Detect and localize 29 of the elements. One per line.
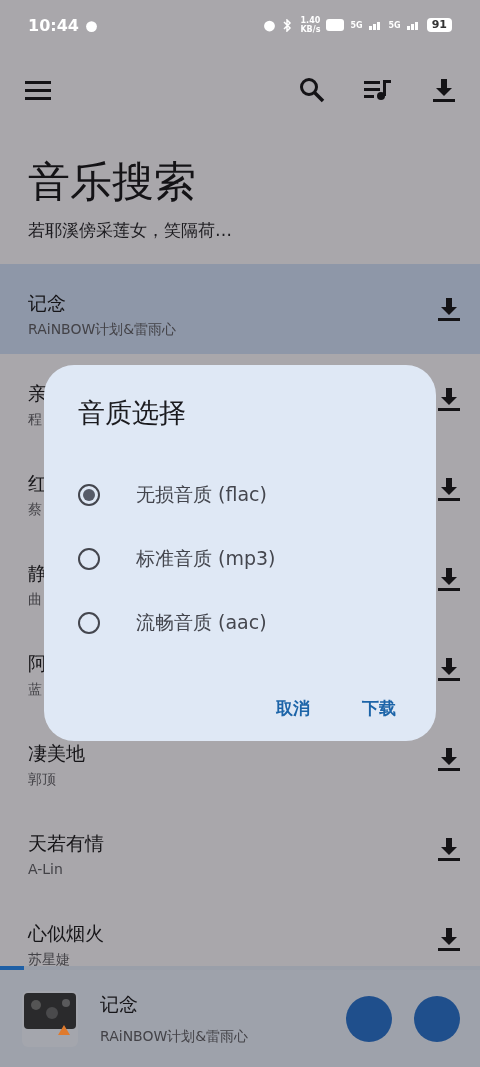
status-time: 10:44 (28, 15, 79, 35)
network-type: 5G (388, 20, 401, 30)
song-title: 记念 (28, 291, 66, 315)
song-artist: 蔡 (28, 501, 42, 519)
network-speed: 1.40 (300, 16, 321, 25)
song-artist: 郭顶 (28, 771, 56, 789)
speed-unit: KB/s (300, 25, 321, 34)
song-artist: 曲 (28, 591, 42, 609)
song-title: 天若有情 (28, 831, 104, 855)
song-title: 阿 (28, 651, 47, 675)
option-label: 流畅音质 (aac) (136, 610, 267, 635)
song-artist: 蓝 (28, 681, 42, 699)
page-title: 音乐搜索 (28, 156, 197, 208)
song-title: 凄美地 (28, 741, 85, 765)
page-subtitle: 若耶溪傍采莲女，笑隔荷… (28, 219, 233, 242)
song-artist: 苏星婕 (28, 951, 70, 966)
song-title: 心似烟火 (28, 921, 104, 945)
option-label: 无损音质 (flac) (136, 482, 267, 507)
option-label: 标准音质 (mp3) (136, 546, 276, 571)
song-artist: A-Lin (28, 861, 63, 877)
player-song-title: 记念 (100, 991, 138, 1016)
battery-level: 91 (426, 18, 452, 32)
dialog-title: 音质选择 (78, 396, 187, 430)
player-artist: RAiNBOW计划&雷雨心 (100, 1027, 249, 1046)
song-title: 红 (28, 471, 47, 495)
network-type: 5G (350, 20, 363, 30)
song-artist: RAiNBOW计划&雷雨心 (28, 321, 177, 339)
song-title: 亲 (28, 381, 47, 405)
song-artist: 程 (28, 411, 42, 429)
